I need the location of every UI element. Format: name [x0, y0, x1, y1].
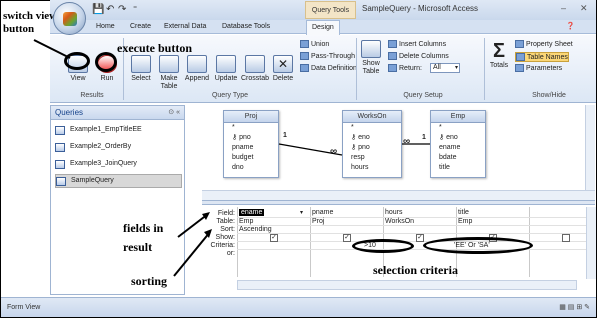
- grid-field-cell[interactable]: title: [458, 209, 469, 216]
- view-switcher-icons[interactable]: ▦ ▤ ⊞ ✎: [559, 303, 590, 311]
- annotation-fields-line1: fields in: [123, 221, 164, 235]
- annotation-switch-view: switch view button: [3, 10, 57, 36]
- grid-row-label-sort: Sort:: [220, 226, 235, 233]
- grid-table-cell[interactable]: WorksOn: [385, 218, 414, 225]
- grid-table-cell[interactable]: Proj: [312, 218, 324, 225]
- relationship-one-label: 1: [283, 132, 287, 139]
- annotation-sorting: sorting: [131, 274, 167, 288]
- show-checkbox[interactable]: ✓: [270, 234, 278, 242]
- table-pane-horizontal-scrollbar[interactable]: [202, 190, 595, 200]
- grid-row-label-field: Field:: [217, 210, 235, 217]
- grid-horizontal-scrollbar[interactable]: [237, 280, 577, 290]
- show-checkbox[interactable]: [562, 234, 570, 242]
- annotation-fields-in-result: fields in result: [123, 219, 163, 257]
- grid-row-divider: [237, 249, 587, 250]
- show-checkbox[interactable]: ✓: [343, 234, 351, 242]
- grid-table-cell[interactable]: Emp: [239, 218, 253, 225]
- grid-row-label-table: Table:: [216, 218, 235, 225]
- grid-row-label-show: Show:: [215, 234, 235, 241]
- grid-field-cell[interactable]: hours: [385, 209, 403, 216]
- annotation-selection-criteria: selection criteria: [373, 263, 458, 277]
- annotation-oval-criteria-title: [423, 237, 533, 254]
- annotation-oval-criteria-hours: [352, 239, 414, 253]
- grid-field-cell[interactable]: ename: [239, 209, 265, 216]
- grid-row-divider: [237, 241, 587, 242]
- grid-sort-cell[interactable]: Ascending: [239, 226, 272, 233]
- grid-vertical-scrollbar[interactable]: [586, 207, 596, 279]
- dropdown-arrow-icon[interactable]: ▾: [300, 209, 303, 216]
- grid-table-cell[interactable]: Emp: [458, 218, 472, 225]
- annotation-switch-view-line2: button: [3, 23, 35, 35]
- grid-row-label-or: or:: [226, 250, 235, 257]
- grid-row-divider: [237, 233, 587, 234]
- annotation-execute: execute button: [117, 41, 192, 55]
- status-text: Form View: [7, 304, 41, 311]
- grid-row-label-criteria: Criteria:: [210, 242, 235, 249]
- relationship-many-label: ∞: [403, 136, 411, 147]
- office-button[interactable]: [53, 2, 86, 35]
- show-checkbox[interactable]: ✓: [416, 234, 424, 242]
- annotation-switch-view-line1: switch view: [3, 10, 58, 22]
- annotation-oval-view: [64, 52, 90, 70]
- annotation-fields-line2: result: [123, 240, 153, 254]
- grid-row-divider: [237, 225, 587, 226]
- office-logo-icon: [63, 12, 77, 26]
- grid-field-cell[interactable]: pname: [312, 209, 333, 216]
- relationship-one-label: 1: [422, 134, 426, 141]
- relationship-many-label: ∞: [330, 146, 338, 157]
- status-bar: Form View ▦ ▤ ⊞ ✎: [1, 297, 596, 317]
- annotation-oval-run: [95, 52, 117, 72]
